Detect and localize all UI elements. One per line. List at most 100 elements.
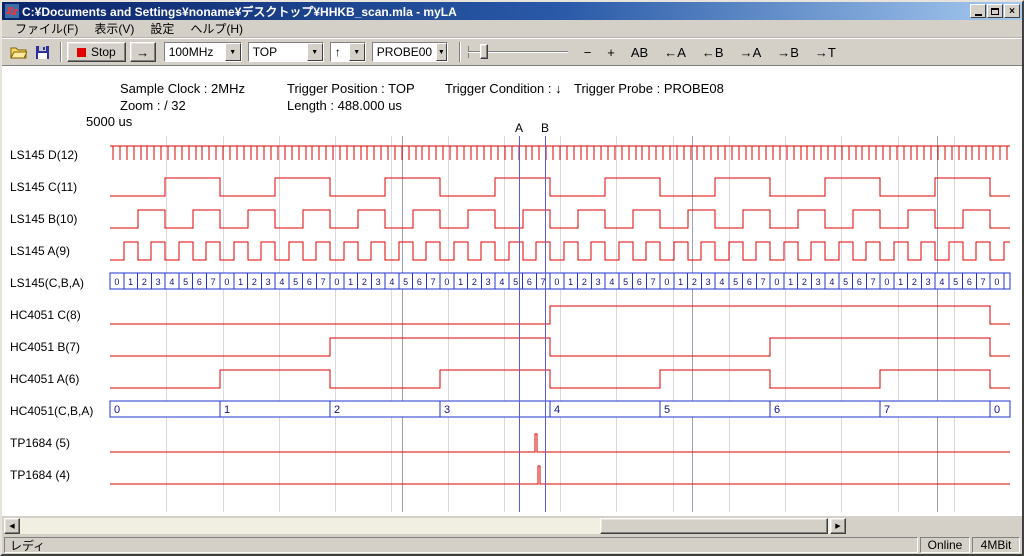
bus-value: 7 [211,277,216,287]
bus-value: 4 [719,277,724,287]
open-file-button[interactable] [7,41,29,63]
stop-icon [77,48,86,57]
chevron-down-icon[interactable]: ▼ [225,43,241,61]
cursor-b-label: B [541,121,549,135]
bus-cell [1004,273,1010,289]
scroll-row: ◀ ▶ [2,516,1022,536]
jump-left-to-a-button[interactable]: ←A [658,44,692,61]
bus-value: 0 [334,277,339,287]
horizontal-scrollbar[interactable]: ◀ ▶ [4,518,846,534]
open-folder-icon [10,45,27,59]
cursor-a-label: A [515,121,523,135]
zoom-slider[interactable] [468,42,568,62]
trigger-probe-combo[interactable]: PROBE00 ▼ [372,42,448,62]
status-online: Online [920,537,970,553]
titlebar: C:¥Documents and Settings¥noname¥デスクトップ¥… [2,2,1022,20]
bus-value: 7 [871,277,876,287]
bus-value: 2 [334,404,340,416]
channel-label: LS145 B(10) [10,212,77,226]
bus-value: 5 [183,277,188,287]
toolbar-separator [60,42,62,62]
scrollbar-track[interactable] [20,518,830,534]
zoom-out-button[interactable]: − [578,44,598,61]
scroll-right-icon[interactable]: ▶ [830,518,846,534]
sample-clock-combo[interactable]: 100MHz ▼ [164,42,242,62]
bus-value: 0 [994,404,1000,416]
zoom-in-button[interactable]: + [601,44,621,61]
chevron-down-icon[interactable]: ▼ [436,43,447,61]
channel-label: HC4051(C,B,A) [10,404,93,418]
scroll-left-icon[interactable]: ◀ [4,518,20,534]
run-button[interactable]: → [130,42,156,62]
bus-value: 6 [857,277,862,287]
bus-value: 6 [197,277,202,287]
channel-label: LS145 C(11) [10,180,77,194]
bus-value: 5 [623,277,628,287]
bus-value: 5 [733,277,738,287]
bus-value: 0 [884,277,889,287]
toolbar-separator [459,42,461,62]
bus-value: 4 [499,277,504,287]
bus-value: 1 [128,277,133,287]
jump-right-to-b-button[interactable]: →B [771,44,805,61]
channel-label: TP1684 (4) [10,468,70,482]
bus-value: 1 [568,277,573,287]
toolbar: Stop → 100MHz ▼ TOP ▼ ↑ ▼ PROBE00 ▼ − + … [2,38,1022,66]
bus-value: 4 [279,277,284,287]
bus-value: 2 [472,277,477,287]
bus-value: 1 [898,277,903,287]
bus-value: 7 [651,277,656,287]
bus-value: 3 [926,277,931,287]
stop-button[interactable]: Stop [67,42,126,62]
jump-left-to-b-button[interactable]: ←B [696,44,730,61]
menu-settings[interactable]: 設定 [143,19,181,38]
bus-value: 2 [582,277,587,287]
chevron-down-icon[interactable]: ▼ [307,43,323,61]
bus-value: 7 [761,277,766,287]
bus-value: 4 [939,277,944,287]
cursor-ab-button[interactable]: AB [625,44,654,61]
save-file-button[interactable] [31,41,53,63]
bus-value: 4 [169,277,174,287]
channel-label: HC4051 B(7) [10,340,80,354]
bus-value: 2 [692,277,697,287]
menu-file[interactable]: ファイル(F) [8,19,85,38]
stop-button-label: Stop [91,45,116,59]
maximize-button[interactable] [987,4,1003,18]
close-button[interactable]: × [1004,4,1020,18]
bus-value: 0 [224,277,229,287]
minimize-icon [975,14,982,16]
trigger-edge-combo[interactable]: ↑ ▼ [330,42,366,62]
bus-value: 6 [527,277,532,287]
bus-value: 6 [417,277,422,287]
goto-trigger-button[interactable]: →T [809,44,842,61]
scrollbar-thumb[interactable] [600,518,828,534]
window-title: C:¥Documents and Settings¥noname¥デスクトップ¥… [22,3,970,20]
bus-value: 0 [114,404,120,416]
chevron-down-icon[interactable]: ▼ [349,43,365,61]
bus-value: 6 [307,277,312,287]
bus-value: 1 [348,277,353,287]
bus-value: 2 [252,277,257,287]
bus-value: 0 [114,277,119,287]
bus-value: 2 [362,277,367,287]
menu-view[interactable]: 表示(V) [87,19,141,38]
bus-value: 5 [843,277,848,287]
trigger-position-value: TOP [249,43,307,61]
floppy-disk-icon [35,45,50,60]
bus-value: 6 [637,277,642,287]
minimize-button[interactable] [970,4,986,18]
bus-value: 3 [486,277,491,287]
bus-value: 5 [293,277,298,287]
status-message: レディ [4,537,918,553]
waveform-0 [110,146,1010,160]
bus-cell [550,401,660,417]
bus-value: 0 [664,277,669,287]
bus-value: 6 [774,404,780,416]
jump-right-to-a-button[interactable]: →A [734,44,768,61]
menu-help[interactable]: ヘルプ(H) [183,19,250,38]
slider-thumb[interactable] [480,44,488,59]
bus-cell [440,401,550,417]
bus-value: 7 [541,277,546,287]
trigger-position-combo[interactable]: TOP ▼ [248,42,324,62]
